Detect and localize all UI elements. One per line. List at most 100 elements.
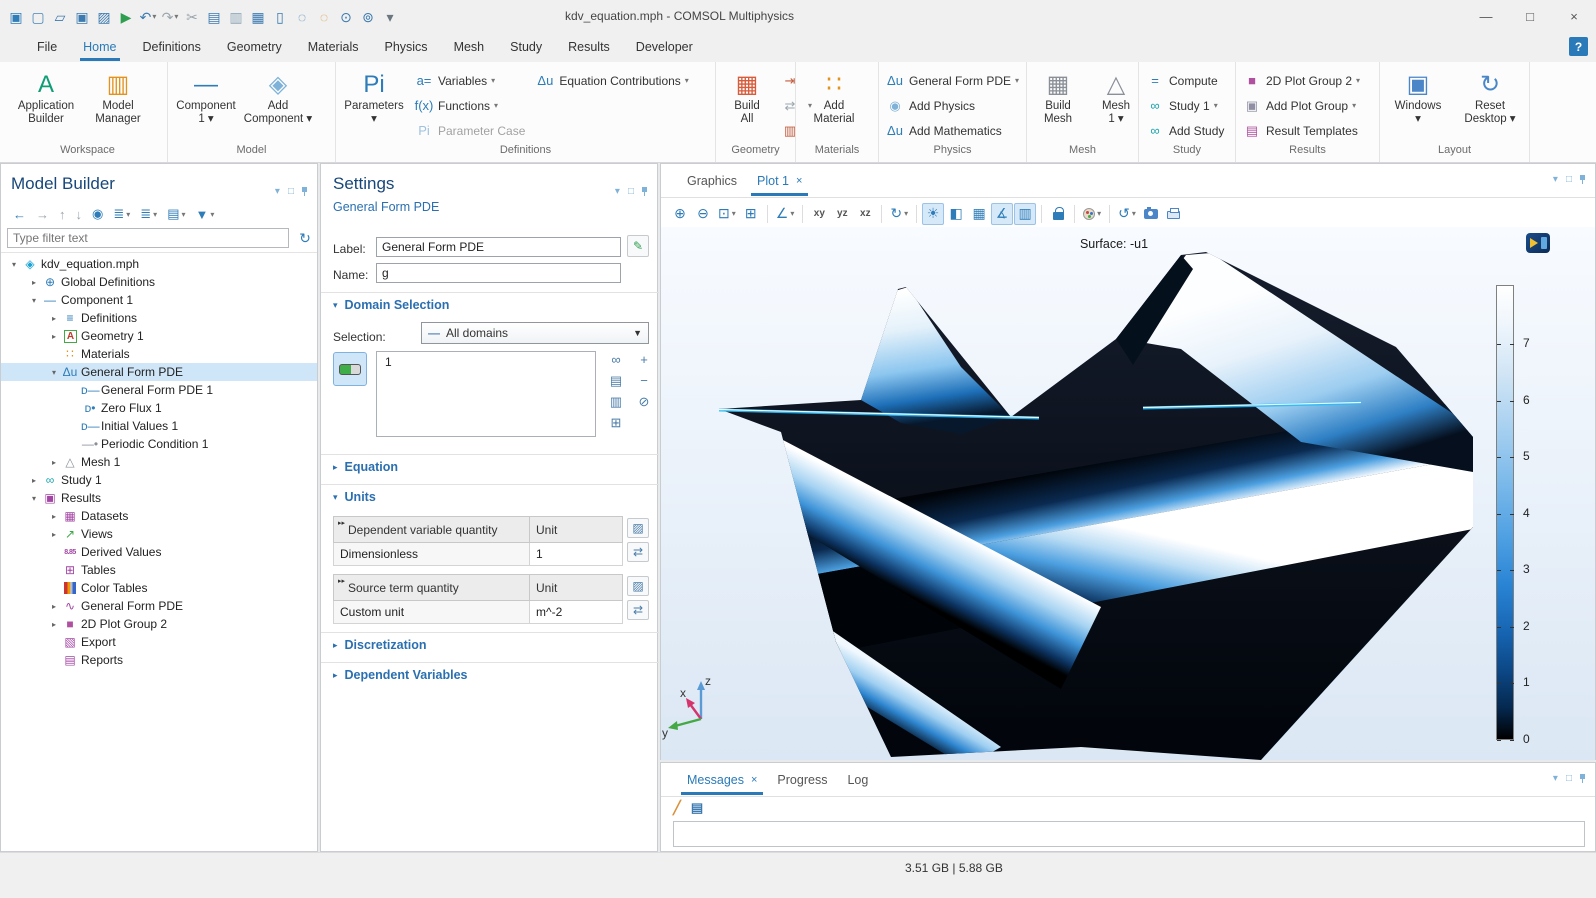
tree-expander-icon[interactable]: ▸ (47, 314, 61, 323)
app-logo-icon[interactable]: ▣ (6, 5, 26, 29)
tree-expander-icon[interactable]: ▸ (27, 278, 41, 287)
tree-item-results[interactable]: ▾▣Results (1, 489, 317, 507)
float-panel-icon[interactable]: □ (1566, 773, 1572, 784)
section-domain-selection[interactable]: ▾ Domain Selection (333, 298, 449, 312)
color-theme-button[interactable]: ▾ (1080, 203, 1104, 225)
tree-expander-icon[interactable]: ▾ (47, 368, 61, 377)
result-templates-button[interactable]: ▤Result Templates (1238, 118, 1366, 143)
go-to-xy-view-button[interactable]: xy (808, 203, 830, 225)
open-messages-table-button[interactable]: ▤ (691, 800, 703, 816)
tree-item-general-form-pde[interactable]: ▸∿General Form PDE (1, 597, 317, 615)
tree-expander-icon[interactable]: ▾ (7, 260, 21, 269)
move-up-button[interactable]: ↑ (55, 206, 70, 223)
zoom-box-button[interactable]: ⊡▾ (715, 203, 739, 225)
move-down-button[interactable]: ↓ (72, 206, 87, 223)
find-button[interactable]: ⊙ (336, 5, 356, 29)
name-field[interactable] (376, 263, 621, 283)
pin-panel-icon[interactable] (1580, 175, 1585, 180)
add-component-button[interactable]: ◈AddComponent ▾ (242, 66, 314, 126)
tree-expander-icon[interactable]: ▸ (47, 512, 61, 521)
panel-menu-icon[interactable]: ▾ (615, 186, 620, 197)
add-to-selection-button[interactable]: + (633, 350, 655, 369)
unit-cell[interactable]: 1 (530, 543, 623, 566)
zoom-out-button[interactable]: ⊖ (692, 203, 714, 225)
menu-tab-definitions[interactable]: Definitions (130, 34, 214, 61)
tree-item-study-1[interactable]: ▸∞Study 1 (1, 471, 317, 489)
clear-messages-button[interactable]: ╱ (673, 800, 681, 816)
physics-interface-select[interactable]: ΔuGeneral Form PDE▾ (881, 68, 1025, 93)
tree-item-datasets[interactable]: ▸▦Datasets (1, 507, 317, 525)
menu-tab-developer[interactable]: Developer (623, 34, 706, 61)
tree-item-2d-plot-group-2[interactable]: ▸■2D Plot Group 2 (1, 615, 317, 633)
add-material-button[interactable]: ∷AddMaterial (798, 66, 870, 126)
plot-group-select[interactable]: ■2D Plot Group 2▾ (1238, 68, 1366, 93)
add-mathematics-button[interactable]: ΔuAdd Mathematics (881, 118, 1025, 143)
new-file-button[interactable]: ▢ (28, 5, 48, 29)
back-button[interactable]: ← (9, 206, 30, 223)
tree-item-mesh-1[interactable]: ▸△Mesh 1 (1, 453, 317, 471)
edit-quantity-button[interactable]: ▨ (627, 518, 649, 538)
forward-button[interactable]: → (32, 206, 53, 223)
create-selection-button[interactable]: ∞ (605, 350, 627, 369)
quantity-cell[interactable]: Dimensionless (334, 543, 530, 566)
change-unit-button[interactable]: ⇄ (627, 542, 649, 562)
color-legend-button[interactable]: ▥ (1014, 203, 1036, 225)
float-panel-icon[interactable]: □ (628, 186, 634, 197)
copy-button[interactable]: ▤ (204, 5, 224, 29)
quantity-cell[interactable]: Custom unit (334, 601, 530, 624)
parameter-case-button[interactable]: PiParameter Case (410, 118, 531, 143)
update-scene-button[interactable]: ↺▾ (1115, 203, 1139, 225)
add-physics-button[interactable]: ◉Add Physics (881, 93, 1025, 118)
collapse-all-button[interactable]: ≣▾ (136, 205, 161, 223)
help-button[interactable]: ? (1569, 37, 1588, 56)
section-dependent-variables[interactable]: ▸ Dependent Variables (333, 668, 468, 682)
tree-expander-icon[interactable]: ▸ (47, 620, 61, 629)
panel-menu-icon[interactable]: ▾ (1553, 773, 1558, 784)
tree-expander-icon[interactable]: ▸ (27, 476, 41, 485)
pin-panel-icon[interactable] (1580, 774, 1585, 779)
tree-item-kdv-equation-mph[interactable]: ▾◈kdv_equation.mph (1, 255, 317, 273)
refresh-icon[interactable]: ↻ (295, 228, 315, 248)
tab-plot-1[interactable]: Plot 1× (747, 166, 812, 196)
remove-from-selection-button[interactable]: − (633, 371, 655, 390)
show-grid-button[interactable]: ▦ (968, 203, 990, 225)
tree-expander-icon[interactable]: ▾ (27, 494, 41, 503)
panel-menu-icon[interactable]: ▾ (1553, 174, 1558, 185)
maximize-button[interactable]: □ (1508, 0, 1552, 33)
tree-item-initial-values-1[interactable]: ᴅ—Initial Values 1 (1, 417, 317, 435)
menu-tab-results[interactable]: Results (555, 34, 623, 61)
build-mesh-button[interactable]: ▦BuildMesh (1029, 66, 1087, 126)
tab-messages[interactable]: Messages× (677, 765, 767, 795)
menu-tab-geometry[interactable]: Geometry (214, 34, 295, 61)
tree-item-periodic-condition-1[interactable]: —•Periodic Condition 1 (1, 435, 317, 453)
model-manager-button[interactable]: ▥ModelManager (82, 66, 154, 126)
section-equation[interactable]: ▸ Equation (333, 460, 398, 474)
lock-camera-button[interactable] (1047, 203, 1069, 225)
section-discretization[interactable]: ▸ Discretization (333, 638, 427, 652)
panel-menu-icon[interactable]: ▾ (275, 186, 280, 197)
tree-item-reports[interactable]: ▤Reports (1, 651, 317, 669)
messages-text-area[interactable] (673, 821, 1585, 847)
parameters-button[interactable]: PiParameters▾ (338, 66, 410, 126)
axis-orientation-button[interactable]: ∡ (991, 203, 1013, 225)
tree-expander-icon[interactable]: ▸ (47, 602, 61, 611)
clear-selection-button[interactable]: ⊘ (633, 392, 655, 411)
save-button[interactable]: ▣ (72, 5, 92, 29)
search-button[interactable]: ⊚ (358, 5, 378, 29)
image-snapshot-button[interactable] (1140, 203, 1162, 225)
tree-item-views[interactable]: ▸↗Views (1, 525, 317, 543)
tree-expander-icon[interactable]: ▸ (47, 458, 61, 467)
study-select[interactable]: ∞Study 1▾ (1141, 93, 1230, 118)
selection-listbox[interactable]: 1 (376, 351, 596, 437)
expand-all-button[interactable]: ≣▾ (109, 205, 134, 223)
run-button[interactable]: ▶ (116, 5, 136, 29)
float-panel-icon[interactable]: □ (1566, 174, 1572, 185)
equation-contributions-button[interactable]: ΔuEquation Contributions▾ (531, 68, 694, 93)
tree-item-global-definitions[interactable]: ▸⊕Global Definitions (1, 273, 317, 291)
menu-tab-mesh[interactable]: Mesh (441, 34, 498, 61)
print-button[interactable] (1163, 203, 1185, 225)
plot-canvas[interactable]: Surface: -u1 (661, 227, 1595, 760)
redo-button[interactable]: ↷▾ (160, 5, 180, 29)
menu-tab-home[interactable]: Home (70, 34, 129, 61)
float-panel-icon[interactable]: □ (288, 186, 294, 197)
